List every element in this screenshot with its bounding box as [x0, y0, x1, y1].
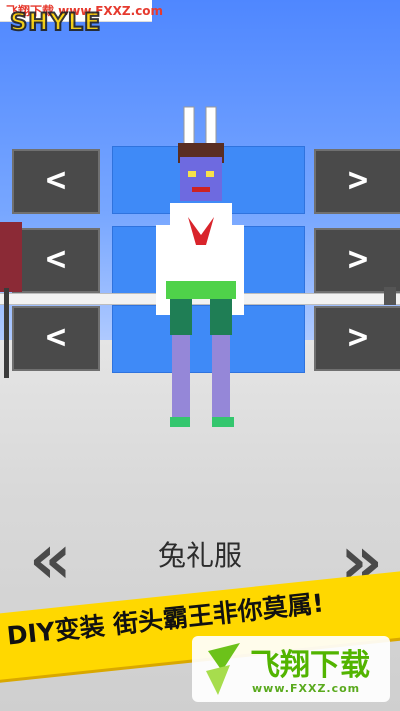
prev-hat-button[interactable]: < [12, 149, 100, 214]
chevron-right-icon: > [347, 160, 369, 200]
prev-top-button[interactable]: < [12, 228, 100, 293]
chevron-left-icon: < [45, 239, 67, 279]
game-title: SHYLE [9, 7, 102, 37]
logo-url: www.FXXZ.com [252, 682, 361, 695]
logo-name: 飞翔下载 [250, 648, 370, 683]
chevron-left-icon: < [45, 317, 67, 357]
hanger-right [384, 287, 396, 305]
next-bottom-button[interactable]: > [314, 306, 400, 371]
double-chevron-left-icon[interactable]: « [24, 524, 78, 594]
outfit-name-label: 兔礼服 [157, 539, 242, 572]
hanging-jacket [0, 222, 22, 378]
chevron-right-icon: > [347, 239, 369, 279]
chevron-right-icon: > [347, 317, 369, 357]
logo-icon [206, 643, 240, 695]
next-hat-button[interactable]: > [314, 149, 400, 214]
chevron-left-icon: < [45, 160, 67, 200]
character-avatar [156, 106, 244, 427]
next-top-button[interactable]: > [314, 228, 400, 293]
prev-bottom-button[interactable]: < [12, 306, 100, 371]
